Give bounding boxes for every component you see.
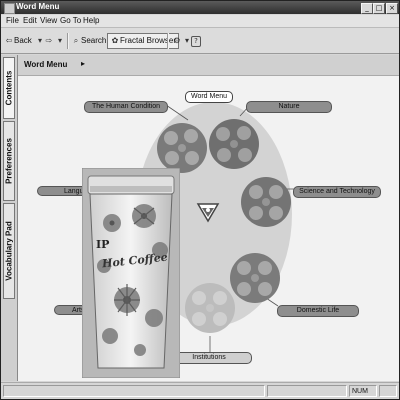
fractal-node-domestic-life[interactable] (230, 253, 280, 303)
category-label: Word Menu (190, 93, 228, 100)
coffee-cup-overlay: IP Hot Coffee (81, 167, 181, 379)
tab-vocabulary-pad-label: Vocabulary Pad (4, 221, 14, 281)
search-button[interactable]: ⌕ Search (71, 34, 107, 48)
fractal-canvas: Word Menu The Human Condition Nature Lan… (18, 76, 399, 381)
status-pane (267, 385, 347, 397)
menu-edit[interactable]: Edit (23, 16, 37, 25)
category-label: Institutions (192, 354, 226, 361)
category-science-technology[interactable]: Science and Technology (293, 186, 381, 198)
num-lock-indicator: NUM (349, 385, 377, 397)
coffee-logo: IP (96, 238, 110, 251)
help-icon: ? (191, 36, 201, 47)
status-resize-grip[interactable] (379, 385, 397, 397)
category-domestic-life[interactable]: Domestic Life (277, 305, 359, 317)
minimize-button[interactable]: _ (361, 3, 373, 14)
menu-help[interactable]: Help (83, 16, 99, 25)
search-icon: ⌕ (73, 36, 79, 45)
back-button[interactable]: ⇦ Back (4, 34, 32, 48)
gear-button[interactable]: ⚙ (172, 34, 182, 48)
menu-bar: File Edit View Go To Help (1, 15, 399, 28)
window-title: Word Menu (16, 2, 60, 11)
content-header: Word Menu ▸ (18, 55, 399, 76)
forward-button[interactable]: ⇨ (44, 34, 54, 48)
chevron-right-icon[interactable]: ▸ (81, 59, 85, 68)
app-icon (4, 3, 15, 14)
category-word-menu[interactable]: Word Menu (185, 91, 233, 103)
gear-icon: ⚙ (173, 36, 181, 45)
category-label: Science and Technology (299, 188, 375, 195)
title-bar[interactable]: Word Menu _ □ × (1, 1, 399, 14)
search-label: Search (81, 36, 107, 45)
forward-arrow-icon: ⇨ (45, 36, 53, 45)
fractal-node-nature[interactable] (209, 119, 259, 169)
close-button[interactable]: × (386, 3, 398, 14)
sidebar: Contents Preferences Vocabulary Pad (1, 55, 18, 381)
fractal-node-science[interactable] (241, 177, 291, 227)
application-window: Word Menu _ □ × File Edit View Go To Hel… (0, 0, 400, 400)
toolbar: ⇦ Back ▾ ⇨ ▾ ⌕ Search ✿ Fractal Browser ⚙ ▾… (1, 28, 399, 54)
status-bar: NUM (1, 382, 399, 399)
content-title: Word Menu (24, 60, 68, 69)
tab-preferences-label: Preferences (4, 138, 14, 184)
tab-vocabulary-pad[interactable]: Vocabulary Pad (3, 203, 15, 299)
tab-preferences[interactable]: Preferences (3, 121, 15, 201)
fractal-node-institutions[interactable] (185, 283, 235, 333)
menu-goto[interactable]: Go To (60, 16, 81, 25)
maximize-button[interactable]: □ (373, 3, 385, 14)
menu-file[interactable]: File (6, 16, 19, 25)
coffee-cup-picture (81, 167, 181, 379)
fractal-diagram (117, 102, 296, 352)
fractal-node-human-condition[interactable] (157, 123, 207, 173)
category-human-condition[interactable]: The Human Condition (84, 101, 168, 113)
menu-view[interactable]: View (40, 16, 57, 25)
tab-contents[interactable]: Contents (3, 57, 15, 119)
forward-dropdown[interactable]: ▾ (55, 34, 65, 48)
back-label: Back (14, 36, 32, 45)
fractal-icon: ✿ (111, 36, 119, 45)
category-label: Nature (278, 103, 300, 110)
category-label: Domestic Life (296, 307, 340, 314)
content-area: Word Menu ▸ Word Menu The Human Conditio… (18, 55, 399, 381)
category-nature[interactable]: Nature (246, 101, 332, 113)
status-message-pane (3, 385, 265, 397)
chevron-down-icon: ▾ (57, 36, 62, 45)
toolbar-separator (167, 33, 169, 49)
toolbar-separator (67, 33, 69, 49)
help-button[interactable]: ? (191, 34, 201, 48)
tab-contents-label: Contents (4, 70, 14, 106)
category-label: The Human Condition (91, 103, 161, 110)
back-arrow-icon: ⇦ (5, 36, 13, 45)
